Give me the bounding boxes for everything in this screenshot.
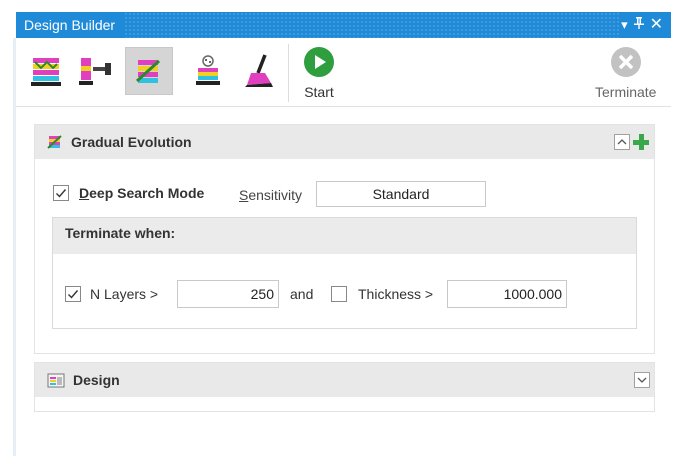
cleanup-tool[interactable] [236, 47, 284, 95]
play-icon [304, 47, 334, 77]
window-title: Design Builder [16, 12, 126, 38]
random-stack-icon [196, 55, 220, 85]
title-bar-controls: ▾ ✕ [621, 12, 671, 38]
design-panel: Design [34, 362, 655, 412]
gradual-evolution-panel: Gradual Evolution Deep Search Mode Sensi… [34, 124, 655, 354]
panel-title: Gradual Evolution [71, 134, 192, 150]
deep-search-checkbox[interactable] [53, 185, 69, 201]
terminate-button[interactable]: Terminate [595, 46, 656, 100]
pin-button[interactable] [633, 12, 644, 38]
thickness-checkbox[interactable] [331, 286, 347, 302]
layer-insert-icon [79, 58, 111, 85]
layer-insert-tool[interactable] [72, 47, 120, 95]
sensitivity-field[interactable]: Standard [316, 181, 486, 207]
add-icon[interactable] [632, 133, 650, 151]
terminate-conditions-row: N Layers > 250 and Thickness > 1000.000 [53, 280, 636, 308]
toolbar-separator [288, 44, 289, 102]
expand-button[interactable] [634, 372, 650, 388]
deep-search-row: Deep Search Mode [53, 185, 204, 201]
chevron-up-icon [617, 139, 627, 145]
window-menu-button[interactable]: ▾ [621, 12, 628, 38]
layer-stack-tool[interactable] [22, 47, 70, 95]
terminate-when-group: Terminate when: N Layers > 250 and Thick… [52, 217, 637, 329]
design-header[interactable]: Design [35, 363, 654, 397]
collapse-button[interactable] [614, 134, 630, 150]
n-layers-checkbox[interactable] [65, 286, 81, 302]
checkmark-icon [68, 290, 79, 299]
gradual-evolution-header[interactable]: Gradual Evolution [35, 125, 654, 159]
panel-title: Design [73, 372, 120, 388]
thickness-field[interactable]: 1000.000 [447, 280, 567, 308]
layer-stack-icon [31, 58, 61, 86]
deep-search-label: Deep Search Mode [79, 185, 205, 201]
random-stack-tool[interactable] [184, 47, 232, 95]
thickness-label: Thickness > [358, 286, 434, 302]
title-bar[interactable]: Design Builder ▾ ✕ [16, 12, 671, 38]
gradual-evolution-tool[interactable] [125, 47, 173, 95]
gradual-evolution-icon [135, 59, 161, 83]
n-layers-field[interactable]: 250 [177, 280, 279, 308]
sensitivity-label: Sensitivity [239, 187, 303, 203]
n-layers-label: N Layers > [90, 286, 159, 302]
and-label: and [290, 286, 314, 302]
design-small-icon [47, 372, 65, 388]
chevron-down-icon [637, 377, 647, 383]
terminate-label: Terminate [595, 84, 657, 100]
start-label: Start [304, 84, 334, 100]
pin-icon [633, 17, 644, 29]
panel-controls [614, 133, 650, 151]
close-button[interactable]: ✕ [650, 12, 663, 38]
start-button[interactable]: Start [303, 46, 335, 100]
close-icon: ✕ [649, 16, 663, 33]
panel-controls [634, 372, 650, 388]
gradual-evolution-small-icon [47, 134, 63, 150]
checkmark-icon [56, 189, 67, 198]
broom-icon [245, 54, 273, 87]
terminate-when-header: Terminate when: [53, 218, 636, 254]
stop-icon [610, 47, 641, 77]
toolbar: Start Terminate [16, 40, 671, 107]
